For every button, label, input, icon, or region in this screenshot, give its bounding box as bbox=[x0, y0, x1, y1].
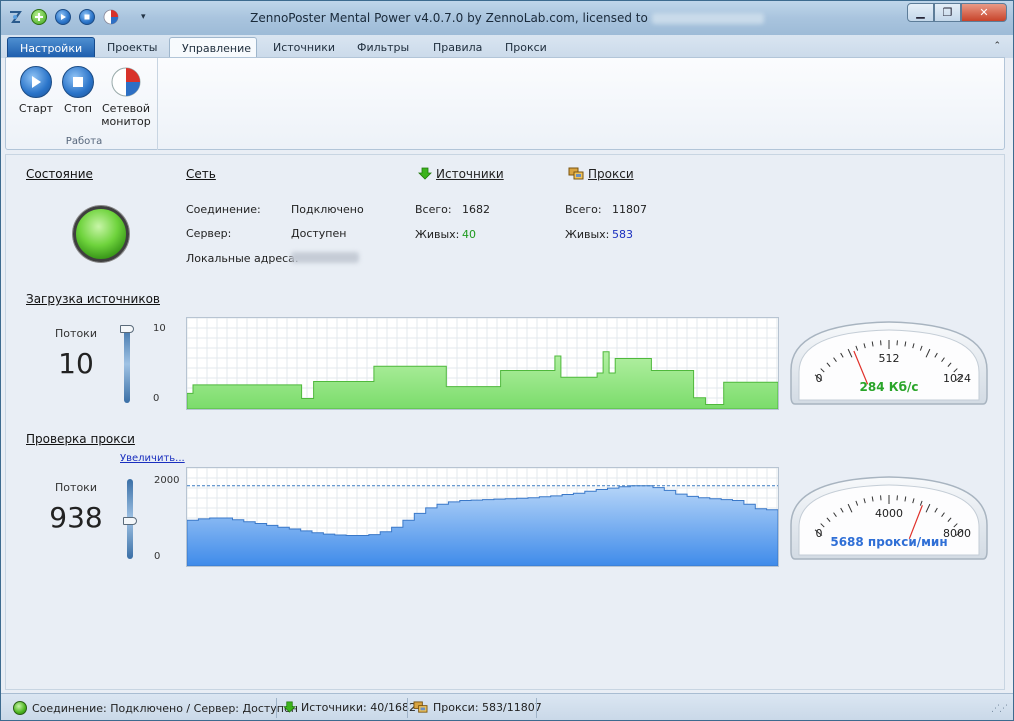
load-slider-min: 0 bbox=[153, 393, 160, 404]
download-arrow-icon bbox=[418, 167, 432, 180]
server-value: Доступен bbox=[291, 227, 347, 240]
proxy-alive-label: Живых: bbox=[565, 228, 610, 241]
load-threads-slider[interactable] bbox=[124, 325, 130, 403]
local-address-label: Локальные адреса: bbox=[186, 252, 299, 265]
proxy-total-value: 11807 bbox=[612, 203, 647, 216]
gauge-readout: 5688 прокси/мин bbox=[830, 535, 947, 549]
window-controls: ▁ ❐ ✕ bbox=[907, 3, 1007, 22]
server-label: Сервер: bbox=[186, 227, 232, 240]
load-threads-value: 10 bbox=[58, 347, 94, 380]
start-button[interactable]: Старт bbox=[16, 66, 56, 115]
status-connection: Соединение: Подключено / Сервер: Доступе… bbox=[13, 701, 298, 715]
status-indicator bbox=[73, 206, 129, 262]
proxy-threads-label: Потоки bbox=[55, 481, 97, 494]
gauge-max-label: 1024 bbox=[943, 372, 971, 385]
stop-label: Стоп bbox=[63, 102, 92, 115]
proxy-threads-value: 938 bbox=[49, 501, 103, 534]
load-slider-max: 10 bbox=[153, 323, 166, 334]
control-panel: Состояние Сеть Источники Прокси Соединен… bbox=[5, 154, 1005, 690]
proxy-total-label: Всего: bbox=[565, 203, 602, 216]
window-title: ZennoPoster Mental Power v4.0.7.0 by Zen… bbox=[1, 11, 1013, 25]
monitor-label-line2: монитор bbox=[101, 115, 151, 128]
monitor-label-line1: Сетевой bbox=[102, 102, 150, 115]
status-sources-text: Источники: 40/1682 bbox=[301, 701, 416, 714]
gauge-min-label: 0 bbox=[816, 527, 823, 540]
sources-alive-label: Живых: bbox=[415, 228, 460, 241]
maximize-button[interactable]: ❐ bbox=[934, 3, 961, 22]
proxy-threads-slider-thumb[interactable] bbox=[123, 517, 137, 526]
stop-button[interactable]: Стоп bbox=[58, 66, 98, 115]
network-monitor-icon bbox=[110, 66, 142, 98]
play-icon bbox=[20, 66, 52, 98]
proxy-servers-icon bbox=[413, 701, 428, 713]
load-sources-title: Загрузка источников bbox=[26, 292, 160, 306]
ribbon-tabs: Настройки Проекты Управление Источники Ф… bbox=[1, 35, 1013, 58]
status-proxy-text: Прокси: 583/11807 bbox=[433, 701, 542, 714]
load-threads-label: Потоки bbox=[55, 327, 97, 340]
tab-filters[interactable]: Фильтры bbox=[345, 37, 421, 58]
minimize-button[interactable]: ▁ bbox=[907, 3, 934, 22]
tab-projects[interactable]: Проекты bbox=[95, 37, 170, 58]
gauge-min-label: 0 bbox=[816, 372, 823, 385]
proxy-speed-gauge: 0 4000 8000 5688 прокси/мин bbox=[789, 473, 989, 568]
status-separator bbox=[536, 698, 537, 718]
gauge-mid-label: 4000 bbox=[875, 507, 903, 520]
title-bar: ▾ ZennoPoster Mental Power v4.0.7.0 by Z… bbox=[1, 1, 1013, 35]
proxy-title: Прокси bbox=[588, 167, 634, 181]
tab-control[interactable]: Управление bbox=[169, 37, 257, 58]
resize-grip-icon[interactable]: ⋰⋰ bbox=[991, 704, 1008, 714]
proxy-header: Прокси bbox=[568, 167, 634, 181]
proxy-check-chart bbox=[186, 467, 779, 567]
proxy-check-title: Проверка прокси bbox=[26, 432, 135, 446]
collapse-ribbon-icon[interactable]: ⌃ bbox=[993, 41, 1001, 51]
load-threads-slider-thumb[interactable] bbox=[120, 325, 134, 333]
tab-proxy[interactable]: Прокси bbox=[493, 37, 559, 58]
state-title: Состояние bbox=[26, 167, 93, 181]
proxy-alive-value: 583 bbox=[612, 228, 633, 241]
tab-sources[interactable]: Источники bbox=[261, 37, 347, 58]
status-proxy: Прокси: 583/11807 bbox=[413, 701, 542, 714]
status-connection-text: Соединение: Подключено / Сервер: Доступе… bbox=[32, 701, 298, 715]
app-window: ▾ ZennoPoster Mental Power v4.0.7.0 by Z… bbox=[0, 0, 1014, 721]
connection-label: Соединение: bbox=[186, 203, 261, 216]
status-separator bbox=[407, 698, 408, 718]
proxy-slider-max: 2000 bbox=[154, 475, 180, 486]
gauge-mid-label: 512 bbox=[879, 352, 900, 365]
load-sources-chart bbox=[186, 317, 779, 410]
start-label: Старт bbox=[18, 102, 54, 115]
sources-total-label: Всего: bbox=[415, 203, 452, 216]
sources-header: Источники bbox=[418, 167, 504, 181]
connection-value: Подключено bbox=[291, 203, 364, 216]
status-bar: Соединение: Подключено / Сервер: Доступе… bbox=[1, 693, 1013, 720]
sources-alive-value: 40 bbox=[462, 228, 476, 241]
connection-ok-icon bbox=[13, 701, 27, 715]
tab-settings[interactable]: Настройки bbox=[7, 37, 96, 58]
tab-rules[interactable]: Правила bbox=[421, 37, 494, 58]
sources-total-value: 1682 bbox=[462, 203, 490, 216]
ribbon-group-label: Работа bbox=[65, 136, 103, 147]
redacted-local-address bbox=[291, 252, 359, 263]
network-monitor-button[interactable]: Сетевой монитор bbox=[100, 66, 152, 128]
status-separator bbox=[276, 698, 277, 718]
ribbon-panel: Старт Стоп Сетевой монитор Работа bbox=[5, 57, 1005, 150]
gauge-readout: 284 Кб/с bbox=[860, 380, 919, 394]
series-area bbox=[187, 351, 778, 409]
load-speed-gauge: 0 512 1024 284 Кб/с bbox=[789, 318, 989, 413]
ribbon-group-work: Старт Стоп Сетевой монитор Работа bbox=[10, 58, 158, 150]
stop-icon bbox=[62, 66, 94, 98]
proxy-slider-min: 0 bbox=[154, 551, 161, 562]
close-button[interactable]: ✕ bbox=[961, 3, 1007, 22]
download-arrow-icon bbox=[283, 701, 296, 713]
zoom-link[interactable]: Увеличить... bbox=[120, 453, 185, 464]
redacted-email bbox=[651, 13, 764, 24]
proxy-servers-icon bbox=[568, 167, 584, 180]
sources-title: Источники bbox=[436, 167, 504, 181]
network-title: Сеть bbox=[186, 167, 216, 181]
status-sources: Источники: 40/1682 bbox=[283, 701, 416, 714]
